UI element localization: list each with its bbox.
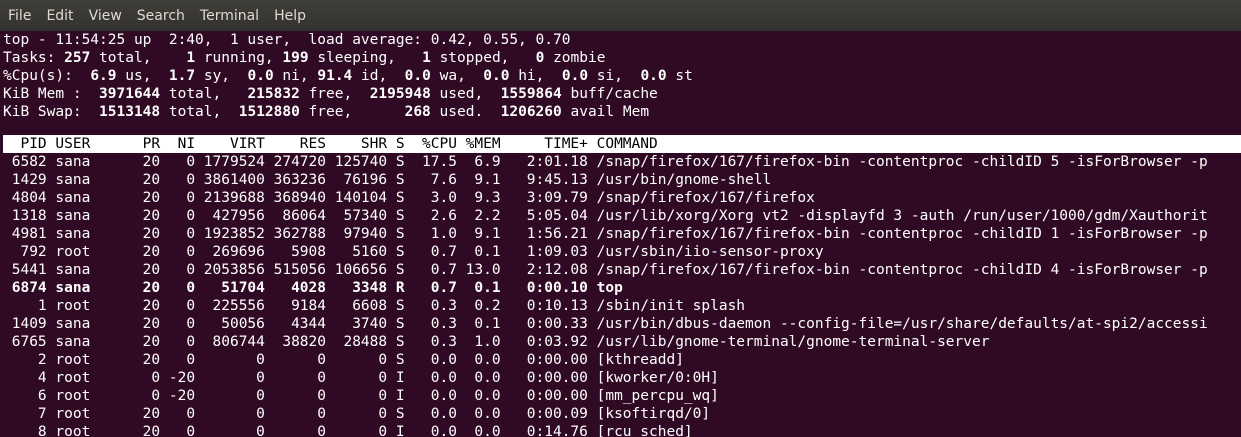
tasks-running: 1 xyxy=(186,50,196,66)
tasks-total-suffix: total, xyxy=(90,50,187,66)
tasks-stopped-suffix: stopped, xyxy=(430,50,536,66)
process-table-header: PID USER PR NI VIRT RES SHR S %CPU %MEM … xyxy=(3,135,1241,153)
cpu-id: 91.4 xyxy=(317,68,353,84)
table-row: 1 root 20 0 225556 9184 6608 S 0.3 0.2 0… xyxy=(3,298,746,314)
cpu-st: 0.0 xyxy=(640,68,667,84)
mem-label: KiB Mem : xyxy=(3,86,100,102)
menu-terminal[interactable]: Terminal xyxy=(200,8,259,24)
table-row: 6582 sana 20 0 1779524 274720 125740 S 1… xyxy=(3,154,1208,170)
table-row: 1429 sana 20 0 3861400 363236 76196 S 7.… xyxy=(3,172,772,188)
menu-search[interactable]: Search xyxy=(137,8,185,24)
terminal-output[interactable]: top - 11:54:25 up 2:40, 1 user, load ave… xyxy=(3,31,1241,437)
menu-file[interactable]: File xyxy=(8,8,31,24)
cpu-id-suffix: id, xyxy=(352,68,405,84)
swap-used: 268 xyxy=(404,104,431,120)
cpu-si-suffix: si, xyxy=(588,68,641,84)
cpu-wa: 0.0 xyxy=(404,68,431,84)
swap-used-suffix: used. xyxy=(430,104,501,120)
swap-avail: 1206260 xyxy=(500,104,562,120)
table-row: 1409 sana 20 0 50056 4344 3740 S 0.3 0.1… xyxy=(3,316,1208,332)
tasks-line: Tasks: 257 total, 1 running, 199 sleepin… xyxy=(3,49,1241,67)
cpu-us-suffix: us, xyxy=(116,68,169,84)
cpu-si: 0.0 xyxy=(561,68,589,84)
swap-total: 1513148 xyxy=(99,104,161,120)
menubar: File Edit View Search Terminal Help xyxy=(0,0,1241,31)
tasks-zombie-suffix: zombie xyxy=(544,50,606,66)
tasks-total: 257 xyxy=(64,50,91,66)
menu-help[interactable]: Help xyxy=(274,8,306,24)
tasks-label: Tasks: xyxy=(3,50,56,66)
table-row: 7 root 20 0 0 0 0 S 0.0 0.0 0:00.09 [kso… xyxy=(3,406,711,422)
mem-free: 215832 xyxy=(247,86,300,102)
swap-total-suffix: total, xyxy=(160,104,239,120)
table-row: 8 root 20 0 0 0 0 I 0.0 0.0 0:14.76 [rcu… xyxy=(3,424,693,437)
cpu-line: %Cpu(s): 6.9 us, 1.7 sy, 0.0 ni, 91.4 id… xyxy=(3,67,1241,85)
menu-view[interactable]: View xyxy=(89,8,122,24)
mem-cache-suffix: buff/cache xyxy=(561,86,658,102)
table-row: 4981 sana 20 0 1923852 362788 97940 S 1.… xyxy=(3,226,1208,242)
cpu-ni-suffix: ni, xyxy=(273,68,318,84)
table-row: 1318 sana 20 0 427956 86064 57340 S 2.6 … xyxy=(3,208,1208,224)
cpu-label: %Cpu(s): xyxy=(3,68,91,84)
cpu-st-suffix: st xyxy=(666,68,693,84)
cpu-ni: 0.0 xyxy=(247,68,274,84)
cpu-hi: 0.0 xyxy=(483,68,510,84)
tasks-stopped: 1 xyxy=(422,50,431,66)
table-row: 6874 sana 20 0 51704 4028 3348 R 0.7 0.1… xyxy=(3,280,623,296)
menu-edit[interactable]: Edit xyxy=(46,8,73,24)
mem-cache: 1559864 xyxy=(500,86,562,102)
cpu-us: 6.9 xyxy=(90,68,117,84)
table-row: 4804 sana 20 0 2139688 368940 140104 S 3… xyxy=(3,190,815,206)
table-row: 5441 sana 20 0 2053856 515056 106656 S 0… xyxy=(3,262,1208,278)
tasks-sleeping: 199 xyxy=(282,50,309,66)
table-row: 792 root 20 0 269696 5908 5160 S 0.7 0.1… xyxy=(3,244,824,260)
table-row: 6 root 0 -20 0 0 0 I 0.0 0.0 0:00.00 [mm… xyxy=(3,388,719,404)
mem-line: KiB Mem : 3971644 total, 215832 free, 21… xyxy=(3,85,1241,103)
swap-avail-suffix: avail Mem xyxy=(561,104,650,120)
process-table: 6582 sana 20 0 1779524 274720 125740 S 1… xyxy=(3,153,1241,437)
cpu-sy: 1.7 xyxy=(168,68,196,84)
mem-used-suffix: used, xyxy=(430,86,501,102)
uptime-line: top - 11:54:25 up 2:40, 1 user, load ave… xyxy=(3,32,571,48)
swap-line: KiB Swap: 1513148 total, 1512880 free, 2… xyxy=(3,103,1241,121)
swap-label: KiB Swap: xyxy=(3,104,100,120)
tasks-sleeping-suffix: sleeping, xyxy=(308,50,423,66)
mem-total-suffix: total, xyxy=(160,86,248,102)
cpu-hi-suffix: hi, xyxy=(509,68,562,84)
swap-free: 1512880 xyxy=(238,104,300,120)
cpu-wa-suffix: wa, xyxy=(430,68,484,84)
swap-free-suffix: free, xyxy=(299,104,405,120)
mem-free-suffix: free, xyxy=(299,86,370,102)
table-row: 2 root 20 0 0 0 0 S 0.0 0.0 0:00.00 [kth… xyxy=(3,352,684,368)
table-row: 4 root 0 -20 0 0 0 I 0.0 0.0 0:00.00 [kw… xyxy=(3,370,719,386)
table-row: 6765 sana 20 0 806744 38820 28488 S 0.3 … xyxy=(3,334,990,350)
mem-used: 2195948 xyxy=(369,86,431,102)
cpu-sy-suffix: sy, xyxy=(195,68,248,84)
tasks-running-suffix: running, xyxy=(195,50,283,66)
mem-total: 3971644 xyxy=(99,86,161,102)
